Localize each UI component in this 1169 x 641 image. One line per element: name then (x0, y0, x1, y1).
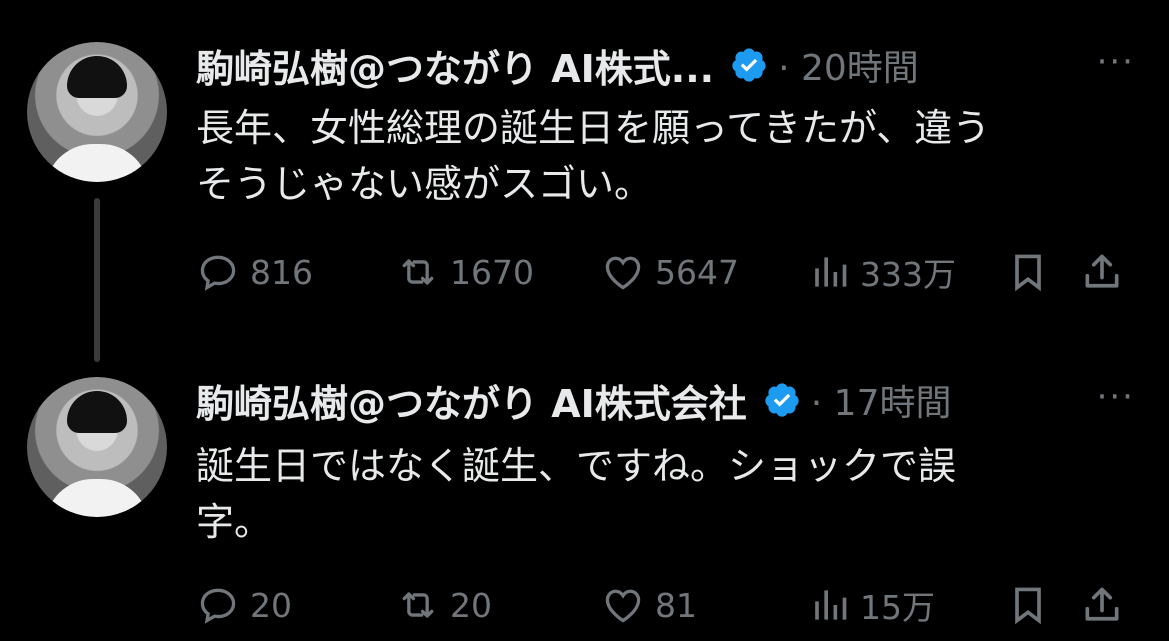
reply-button[interactable]: 816 (196, 250, 396, 294)
author-name[interactable]: 駒崎弘樹@つながり AI株式... (196, 38, 714, 93)
bookmark-icon (1015, 254, 1041, 292)
tweet-header: 駒崎弘樹@つながり AI株式... · 20時間 (196, 38, 919, 93)
action-bar: 20 20 81 15万 (196, 580, 1140, 630)
tweet-text-content: 誕生日ではなく誕生、ですね。ショックで誤 字。 (196, 444, 957, 544)
bookmark-button[interactable] (1006, 250, 1080, 294)
like-icon (605, 256, 641, 290)
like-button[interactable]: 5647 (601, 250, 806, 294)
timestamp[interactable]: · 20時間 (778, 39, 919, 91)
tweet-text: 長年、女性総理の誕生日を願ってきたが、違う そうじゃない感がスゴい。 (196, 100, 1126, 212)
tweet[interactable]: 駒崎弘樹@つながり AI株式... · 20時間 ··· 長年、女性総理の誕生日… (0, 0, 1169, 362)
views-count: 15万 (860, 588, 935, 627)
share-icon (1085, 587, 1119, 621)
action-bar: 816 1670 5647 333万 (196, 247, 1140, 297)
reply-count: 816 (250, 252, 313, 292)
bookmark-button[interactable] (1006, 583, 1080, 627)
reply-button[interactable]: 20 (196, 583, 396, 627)
views-button[interactable]: 333万 (806, 248, 1006, 296)
retweet-button[interactable]: 1670 (396, 250, 601, 294)
views-count: 333万 (860, 255, 956, 294)
more-options-icon[interactable]: ··· (1097, 377, 1135, 417)
reply-count: 20 (250, 585, 292, 625)
author-name[interactable]: 駒崎弘樹@つながり AI株式会社 (196, 373, 747, 428)
retweet-count: 1670 (450, 252, 534, 292)
tweet-text: 誕生日ではなく誕生、ですね。ショックで誤 字。 (196, 438, 1126, 550)
share-button[interactable] (1080, 583, 1130, 627)
bookmark-icon (1015, 587, 1041, 625)
views-button[interactable]: 15万 (806, 581, 1006, 629)
like-icon (605, 589, 641, 623)
share-icon (1085, 254, 1119, 288)
views-icon (815, 590, 847, 620)
avatar[interactable] (27, 377, 167, 517)
tweet-header: 駒崎弘樹@つながり AI株式会社 · 17時間 (196, 373, 952, 428)
timestamp[interactable]: · 17時間 (811, 374, 952, 426)
verified-badge-icon (765, 383, 799, 417)
retweet-button[interactable]: 20 (396, 583, 601, 627)
retweet-icon (402, 592, 434, 618)
like-count: 5647 (655, 252, 739, 292)
reply-icon (200, 588, 236, 624)
share-button[interactable] (1080, 250, 1130, 294)
views-icon (815, 257, 847, 287)
tweet-text-content: 長年、女性総理の誕生日を願ってきたが、違う そうじゃない感がスゴい。 (196, 106, 991, 206)
like-count: 81 (655, 585, 697, 625)
like-button[interactable]: 81 (601, 583, 806, 627)
verified-badge-icon (732, 48, 766, 82)
more-options-icon[interactable]: ··· (1097, 42, 1135, 82)
tweet[interactable]: 駒崎弘樹@つながり AI株式会社 · 17時間 ··· 誕生日ではなく誕生、です… (0, 330, 1169, 641)
retweet-icon (402, 259, 434, 285)
reply-icon (200, 255, 236, 291)
retweet-count: 20 (450, 585, 492, 625)
avatar[interactable] (27, 42, 167, 182)
